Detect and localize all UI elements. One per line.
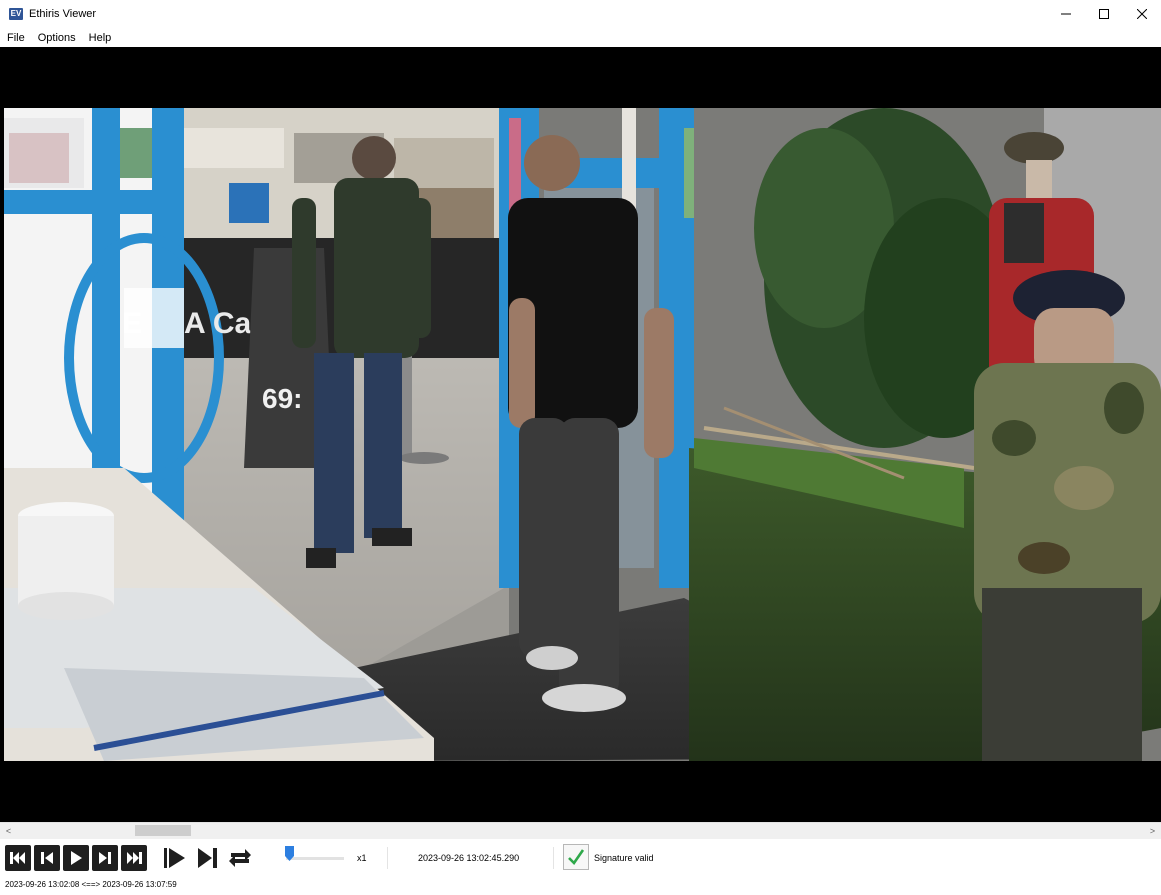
maximize-icon [1099,9,1109,19]
minimize-icon [1061,13,1071,15]
time-range: 2023-09-26 13:02:08 <==> 2023-09-26 13:0… [5,880,177,889]
signature-status-text: Signature valid [594,853,654,863]
play-forward-icon [164,848,185,868]
play-button[interactable] [63,845,89,871]
next-frame-icon [198,848,217,868]
signature-status-button[interactable] [563,844,589,870]
window-title: Ethiris Viewer [29,8,97,20]
play-forward-button[interactable] [160,845,188,871]
next-frame-button[interactable] [194,845,222,871]
loop-icon [229,849,251,867]
step-back-button[interactable] [34,845,60,871]
price-sign-text: 69: [262,383,302,414]
speed-slider-thumb[interactable] [284,846,294,861]
separator [553,847,554,869]
scroll-thumb[interactable] [135,825,191,836]
window-controls [1047,0,1161,28]
check-icon [568,849,585,866]
menu-bar: File Options Help [0,28,1161,47]
menu-help[interactable]: Help [89,32,112,44]
horizontal-scrollbar[interactable]: < > [0,822,1161,839]
cafe-sign-letter: E [122,307,142,340]
title-bar: EV Ethiris Viewer [0,0,1161,28]
step-back-icon [41,852,53,864]
video-viewport[interactable]: E A Caf 69: [0,47,1161,822]
step-forward-icon [99,852,111,864]
close-icon [1137,9,1147,19]
minimize-button[interactable] [1047,0,1085,28]
camera-scene: E A Caf 69: [4,108,1161,761]
close-button[interactable] [1123,0,1161,28]
playback-controls: x1 2023-09-26 13:02:45.290 Signature val… [0,839,1161,877]
maximize-button[interactable] [1085,0,1123,28]
camera-frame[interactable]: E A Caf 69: [4,108,1161,761]
status-bar: 2023-09-26 13:02:08 <==> 2023-09-26 13:0… [0,877,1161,895]
skip-to-start-button[interactable] [5,845,31,871]
step-forward-button[interactable] [92,845,118,871]
app-icon: EV [9,8,23,20]
ethiris-viewer-window: EV Ethiris Viewer File Options Help E A … [0,0,1161,895]
speed-label: x1 [357,853,367,863]
skip-to-end-icon [127,852,142,864]
loop-button[interactable] [226,845,254,871]
separator [387,847,388,869]
play-icon [71,851,82,865]
current-timestamp: 2023-09-26 13:02:45.290 [418,853,520,863]
menu-file[interactable]: File [7,32,25,44]
scroll-left-arrow[interactable]: < [0,823,17,839]
skip-to-start-icon [10,852,25,864]
speed-slider-track[interactable] [286,857,344,860]
menu-options[interactable]: Options [38,32,76,44]
scroll-right-arrow[interactable]: > [1144,823,1161,839]
skip-to-end-button[interactable] [121,845,147,871]
